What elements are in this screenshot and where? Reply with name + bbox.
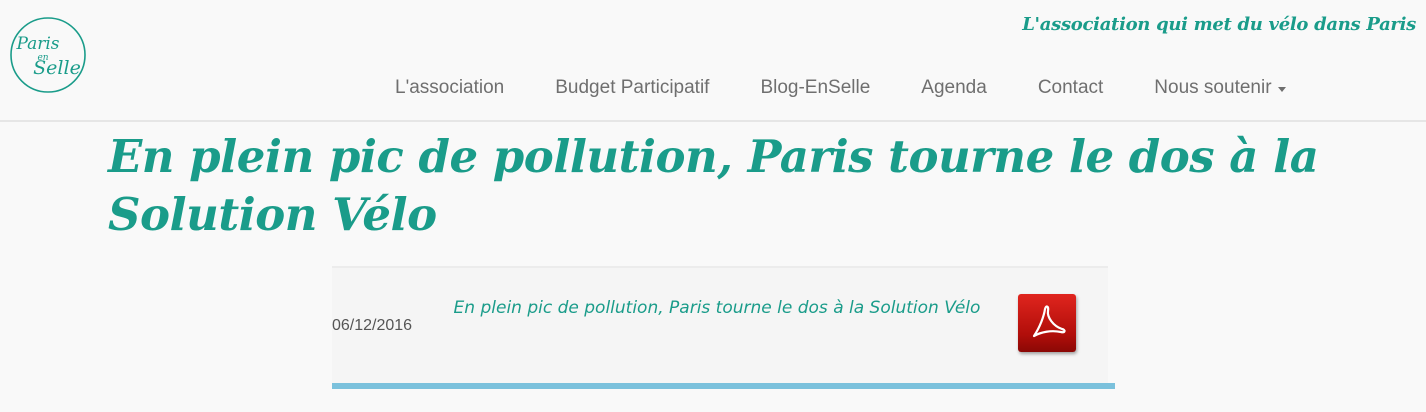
nav-item-agenda[interactable]: Agenda: [908, 77, 1000, 99]
nav-item-association[interactable]: L'association: [382, 77, 517, 99]
logo-graphic: Paris en Selle: [10, 17, 86, 93]
nav-item-blog[interactable]: Blog-EnSelle: [747, 77, 883, 99]
logo-text-selle: Selle: [33, 57, 81, 79]
nav-label: Contact: [1037, 77, 1104, 98]
page-title: En plein pic de pollution, Paris tourne …: [108, 130, 1319, 241]
main-nav: L'association Budget Participatif Blog-E…: [382, 74, 1299, 102]
site-header: Paris en Selle L'association qui met du …: [0, 0, 1426, 122]
document-card: 06/12/2016 En plein pic de pollution, Pa…: [332, 266, 1115, 389]
site-logo[interactable]: Paris en Selle: [8, 16, 88, 94]
site-tagline: L'association qui met du vélo dans Paris: [1022, 14, 1416, 35]
logo-text-paris: Paris: [15, 34, 59, 54]
caret-down-icon: [1277, 86, 1286, 92]
nav-item-contact[interactable]: Contact: [1025, 77, 1116, 99]
nav-item-budget-participatif[interactable]: Budget Participatif: [542, 77, 722, 99]
document-title-link[interactable]: En plein pic de pollution, Paris tourne …: [442, 290, 992, 326]
pdf-icon[interactable]: [1018, 294, 1076, 352]
page: Paris en Selle L'association qui met du …: [0, 0, 1426, 412]
nav-label: Agenda: [921, 77, 987, 98]
nav-item-nous-soutenir[interactable]: Nous soutenir: [1141, 77, 1298, 99]
nav-label: Budget Participatif: [555, 77, 710, 98]
nav-label: Nous soutenir: [1154, 77, 1272, 98]
nav-label: Blog-EnSelle: [760, 77, 871, 98]
pdf-acrobat-glyph: [1032, 305, 1066, 338]
document-date: 06/12/2016: [332, 317, 413, 334]
nav-label: L'association: [395, 77, 505, 98]
